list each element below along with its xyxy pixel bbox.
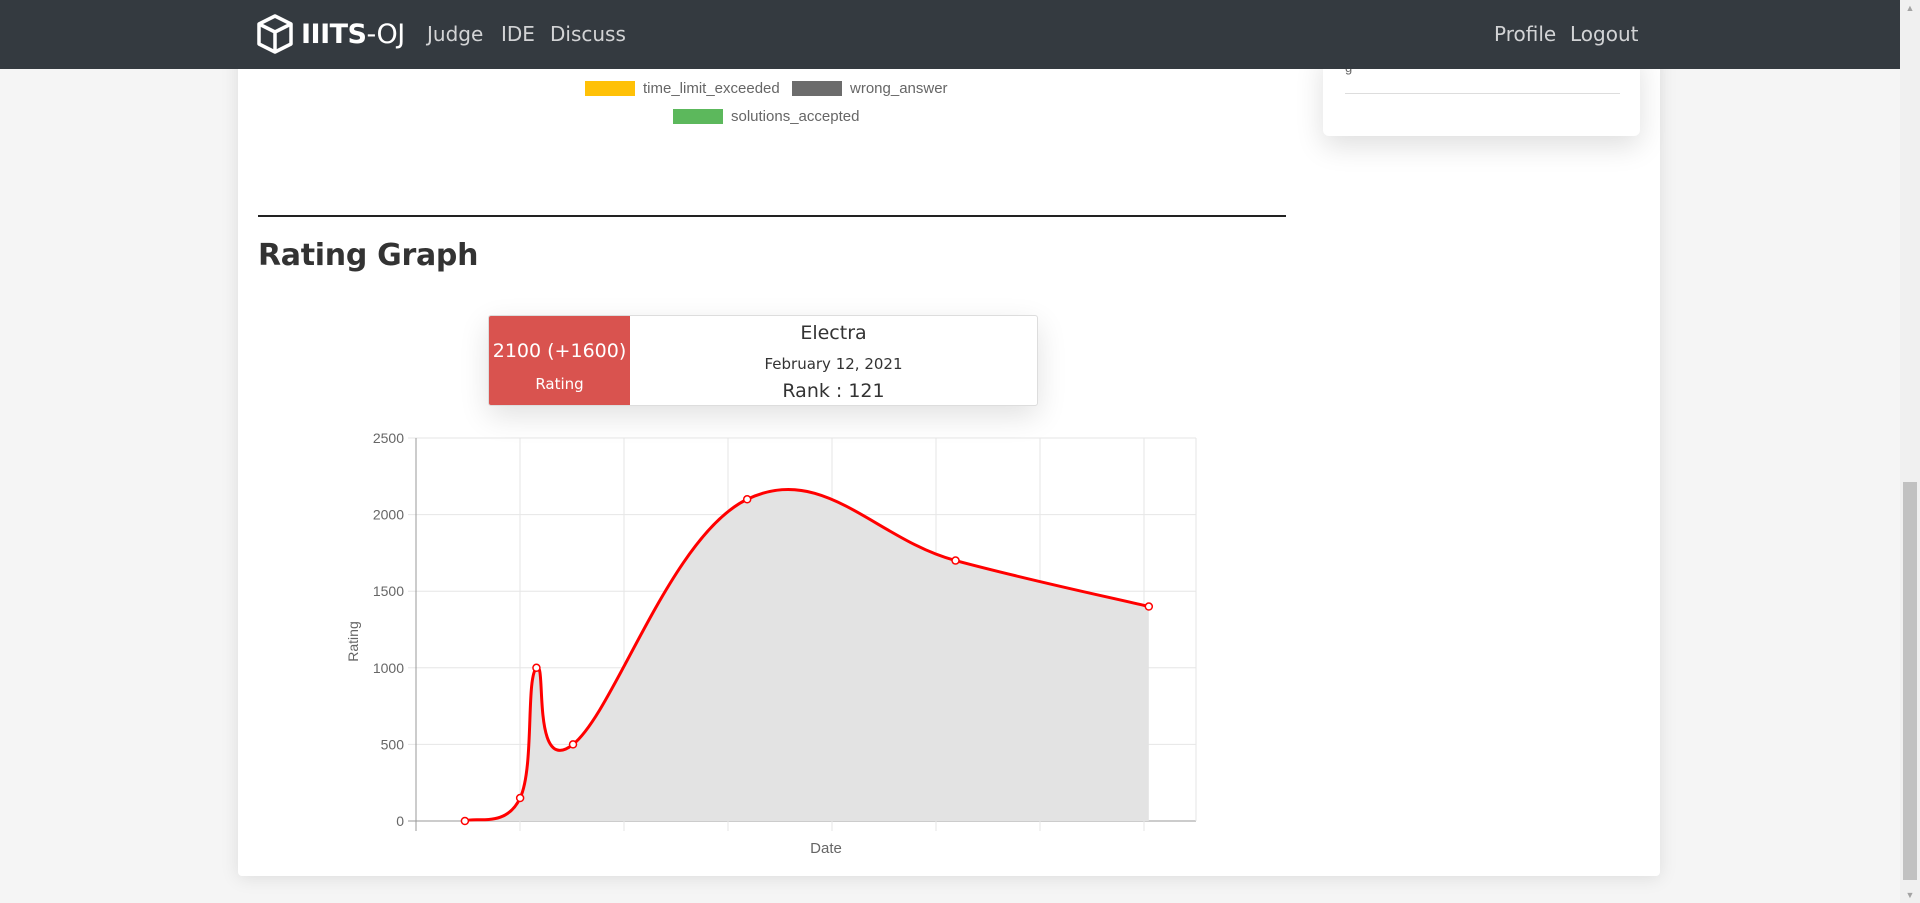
data-point [742, 495, 752, 504]
data-point [515, 793, 525, 803]
rating-chart: 0 500 1000 1500 2000 2500 Date Rating [345, 430, 1197, 857]
y-tick-label: 1500 [373, 583, 404, 599]
triangle-down-icon[interactable]: ▼ [1900, 887, 1920, 903]
contest-tooltip: 2100 (+1600) Rating Electra February 12,… [488, 315, 1038, 406]
tooltip-rating-label: Rating [535, 375, 584, 393]
y-axis-title: Rating [345, 621, 361, 661]
nav-logout[interactable]: Logout [1570, 22, 1638, 46]
data-point [460, 816, 470, 826]
data-point [1144, 602, 1154, 611]
triangle-up-icon[interactable]: ▲ [1900, 0, 1920, 16]
data-point [532, 663, 541, 673]
nav-judge[interactable]: Judge [427, 22, 483, 46]
brand-name: IIITS-OJ [301, 18, 405, 50]
data-point [568, 740, 578, 749]
nav-profile[interactable]: Profile [1494, 22, 1556, 46]
tooltip-rank: Rank : 121 [782, 380, 885, 402]
nav-ide[interactable]: IDE [501, 22, 535, 46]
tooltip-rating-value: 2100 (+1600) [492, 340, 627, 362]
data-point [951, 556, 960, 565]
tooltip-rating-panel: 2100 (+1600) Rating [489, 316, 630, 405]
scrollbar-thumb[interactable] [1903, 482, 1917, 880]
navbar: IIITS-OJ Judge IDE Discuss Profile Logou… [0, 0, 1900, 69]
rating-area-fill [464, 489, 1149, 821]
y-tick-label: 500 [381, 736, 405, 752]
y-tick-label: 2000 [373, 507, 404, 523]
tooltip-contest-date: February 12, 2021 [764, 355, 903, 373]
tooltip-contest-name: Electra [800, 322, 867, 344]
brand-logo[interactable]: IIITS-OJ [255, 13, 405, 55]
y-tick-label: 0 [396, 813, 404, 829]
nav-discuss[interactable]: Discuss [550, 22, 626, 46]
page-scrollbar[interactable]: ▲ ▼ [1900, 0, 1920, 903]
tooltip-info-panel: Electra February 12, 2021 Rank : 121 [630, 316, 1037, 405]
y-tick-label: 1000 [373, 660, 404, 676]
x-axis-title: Date [810, 840, 842, 857]
y-tick-label: 2500 [373, 430, 404, 446]
cube-icon [257, 14, 293, 54]
